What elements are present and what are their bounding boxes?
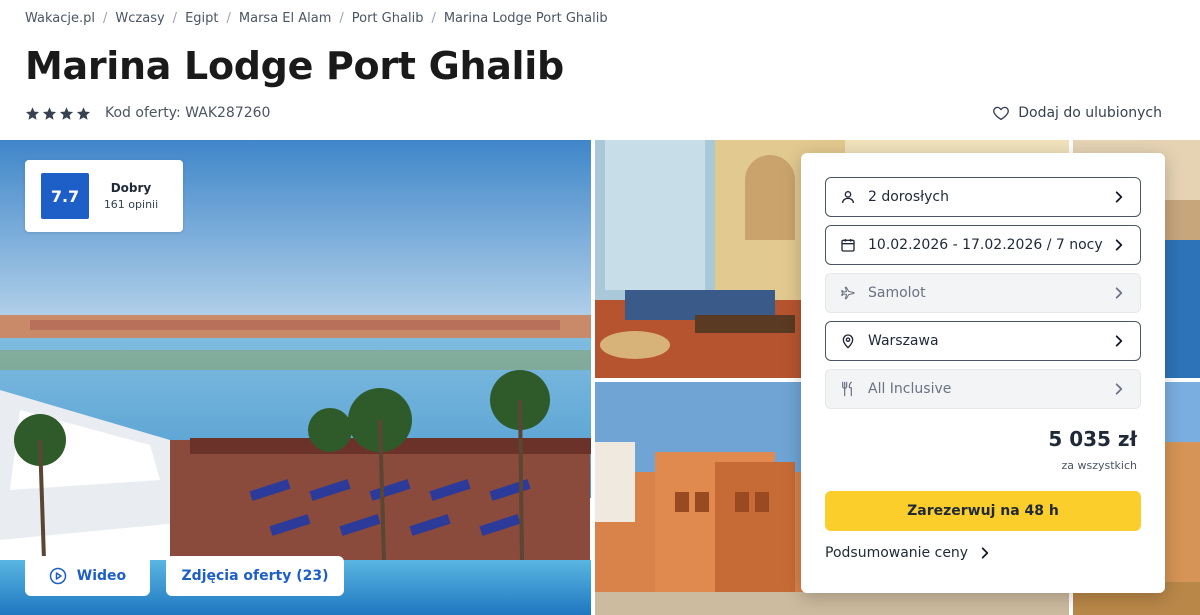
cutlery-icon	[842, 381, 852, 397]
breadcrumb-separator: /	[431, 10, 436, 26]
departure-city-selector[interactable]: Warszawa	[825, 321, 1141, 361]
travelers-label: 2 dorosłych	[868, 189, 949, 205]
breadcrumb: Wakacje.pl / Wczasy / Egipt / Marsa El A…	[25, 9, 608, 27]
rating-text: Dobry 161 opinii	[97, 181, 165, 211]
transport-selector[interactable]: Samolot	[825, 273, 1141, 313]
chevron-right-icon	[1115, 191, 1123, 203]
chevron-right-icon	[1115, 335, 1123, 347]
breadcrumb-link-port-ghalib[interactable]: Port Ghalib	[352, 11, 424, 26]
dates-label: 10.02.2026 - 17.02.2026 / 7 nocy	[868, 237, 1103, 253]
total-price: 5 035 zł	[1048, 427, 1137, 451]
breadcrumb-link-egipt[interactable]: Egipt	[185, 11, 218, 26]
star-icon	[76, 106, 91, 120]
offer-photos-button[interactable]: Zdjęcia oferty (23)	[166, 556, 344, 596]
breadcrumb-link-wakacje[interactable]: Wakacje.pl	[25, 11, 95, 26]
price-note: za wszystkich	[1061, 459, 1137, 472]
hotel-meta: Kod oferty: WAK287260	[25, 103, 270, 123]
breadcrumb-link-wczasy[interactable]: Wczasy	[115, 11, 164, 26]
location-pin-icon	[842, 334, 854, 349]
page-title: Marina Lodge Port Ghalib	[25, 44, 564, 88]
chevron-right-icon	[1115, 239, 1123, 251]
plane-icon	[841, 286, 855, 300]
person-icon	[842, 191, 854, 204]
breadcrumb-separator: /	[226, 10, 231, 26]
price-summary-link[interactable]: Podsumowanie ceny	[825, 545, 992, 561]
breadcrumb-current: Marina Lodge Port Ghalib	[443, 10, 608, 26]
chevron-right-icon	[1115, 287, 1123, 299]
chevron-right-icon	[1115, 383, 1123, 395]
add-to-favorites-label: Dodaj do ulubionych	[1018, 105, 1162, 121]
breadcrumb-separator: /	[339, 10, 344, 26]
star-icon	[42, 106, 57, 120]
play-icon	[49, 567, 67, 585]
book-button[interactable]: Zarezerwuj na 48 h	[825, 491, 1141, 531]
booking-panel: 2 dorosłych 10.02.2026 - 17.02.2026 / 7 …	[801, 153, 1165, 593]
breadcrumb-separator: /	[172, 10, 178, 26]
breadcrumb-separator: /	[103, 10, 108, 26]
board-selector[interactable]: All Inclusive	[825, 369, 1141, 409]
transport-label: Samolot	[868, 285, 926, 301]
offer-code: Kod oferty: WAK287260	[105, 105, 271, 121]
rating-label: Dobry	[110, 181, 152, 195]
chevron-right-icon	[981, 547, 989, 559]
board-label: All Inclusive	[868, 381, 952, 397]
rating-score-badge: 7.7	[41, 173, 89, 219]
star-rating	[25, 106, 91, 121]
heart-icon	[993, 106, 1010, 121]
departure-city-label: Warszawa	[868, 333, 939, 349]
price-summary-label: Podsumowanie ceny	[825, 545, 969, 561]
star-icon	[59, 106, 74, 120]
breadcrumb-link-marsa-el-alam[interactable]: Marsa El Alam	[239, 11, 332, 26]
travelers-selector[interactable]: 2 dorosłych	[825, 177, 1141, 217]
rating-card[interactable]: 7.7 Dobry 161 opinii	[25, 160, 183, 232]
review-count: 161 opinii	[103, 198, 159, 211]
add-to-favorites-button[interactable]: Dodaj do ulubionych	[992, 104, 1162, 122]
video-label: Wideo	[76, 568, 127, 584]
calendar-icon	[841, 239, 855, 252]
dates-selector[interactable]: 10.02.2026 - 17.02.2026 / 7 nocy	[825, 225, 1141, 265]
video-button[interactable]: Wideo	[25, 556, 150, 596]
star-icon	[25, 106, 40, 120]
